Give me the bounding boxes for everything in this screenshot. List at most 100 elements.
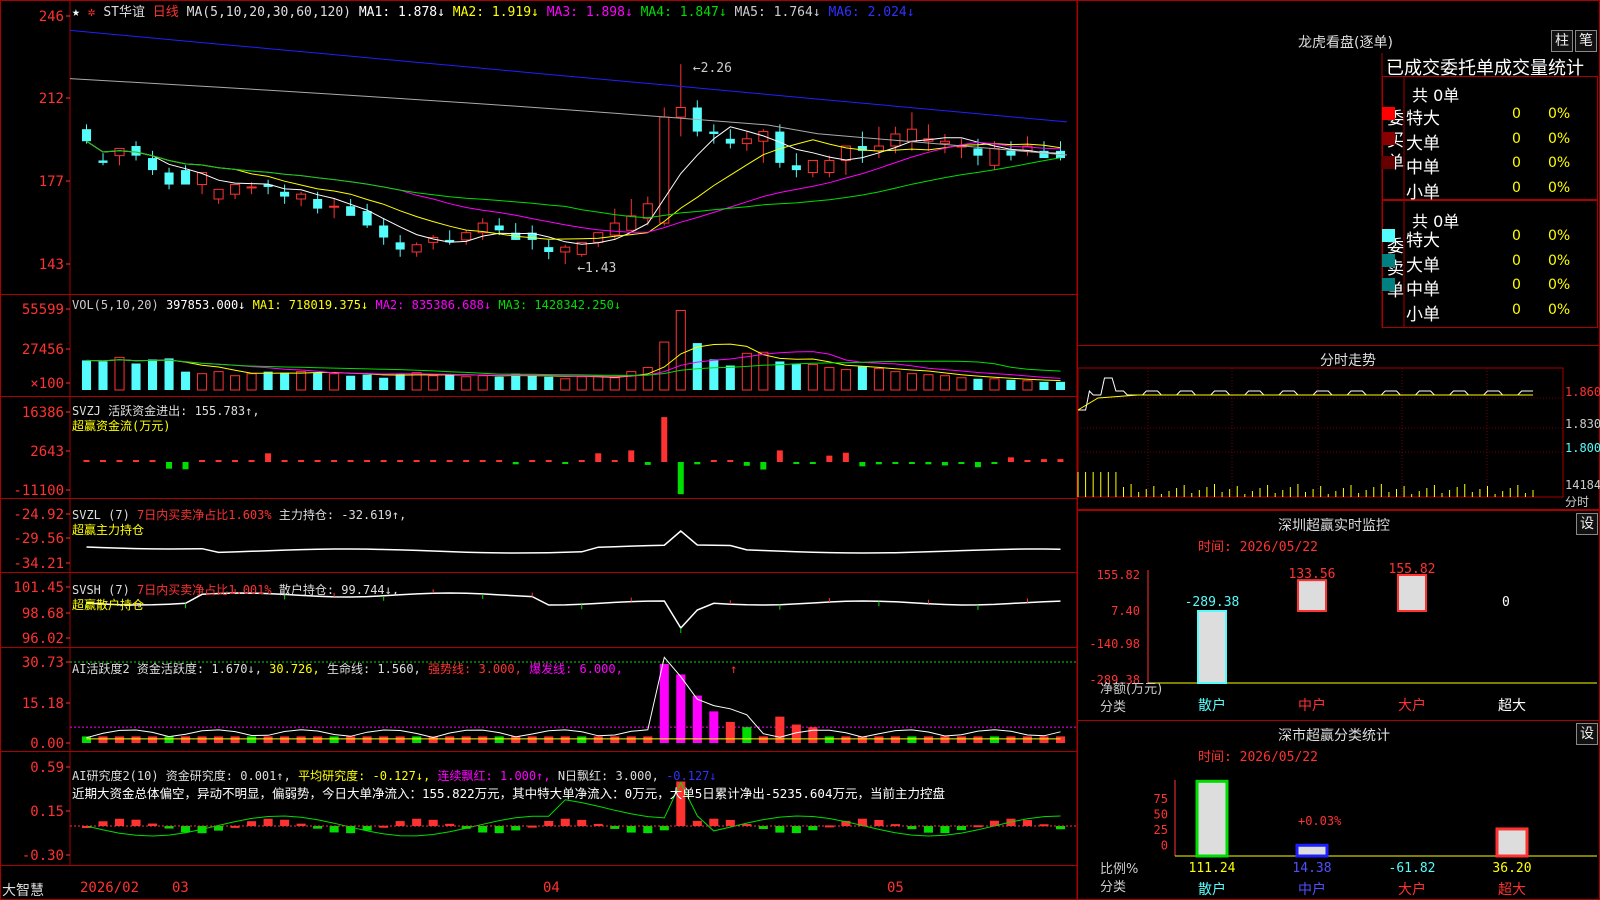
svsh-hold: 散户持仓: 99.744↓, — [278, 583, 400, 597]
fenshi-title: 分时走势 — [1320, 353, 1376, 369]
svzl-name: SVZL (7) — [72, 508, 130, 522]
buy-label-1: 大单 — [1406, 133, 1440, 154]
sell-count-1: 0 — [1512, 252, 1521, 269]
flow-bar — [826, 455, 833, 462]
candle-body — [560, 246, 571, 253]
flow-bar — [430, 460, 437, 462]
sz-class-settings-button[interactable]: 设 — [1576, 723, 1598, 745]
sz-monitor-title: 深圳超赢实时监控 — [1278, 518, 1390, 534]
date-mar: 03 — [172, 880, 189, 896]
sz-monitor-settings-button[interactable]: 设 — [1576, 513, 1598, 535]
flow-bar — [677, 462, 684, 495]
buy-row-3: 小单 0 0% — [1382, 178, 1600, 203]
flow-bar — [215, 460, 222, 462]
svzl-header: SVZL (7) 7日内买卖净占比1.603% 主力持仓: -32.619↑, … — [72, 508, 406, 538]
tick-mode-button[interactable]: 笔 — [1575, 30, 1597, 52]
activity-bar — [874, 736, 884, 743]
flow-bar — [875, 462, 882, 465]
period-label[interactable]: 日线 — [153, 5, 179, 20]
svzl-line2: 超赢主力持仓 — [72, 523, 145, 537]
research-bar — [263, 818, 273, 826]
sell-label-1: 大单 — [1406, 255, 1440, 276]
volume-bar — [560, 378, 571, 391]
sell-swatch-1 — [1382, 253, 1395, 267]
price-tick-0: 246 — [39, 9, 64, 25]
vol-label: VOL(5,10,20) — [72, 298, 159, 312]
activity-bar — [247, 736, 257, 743]
fenshi-axis-4: 14184 — [1565, 478, 1600, 492]
volume-bar — [329, 373, 340, 391]
volume-bar — [576, 376, 587, 391]
flow-bar — [248, 460, 255, 462]
volume-bar — [609, 377, 620, 391]
svsh-tick-0: 101.45 — [13, 580, 64, 596]
fenshi-panel: 分时走势 1.860 1.830 1.800 14184 分时 — [1100, 345, 1600, 510]
svzl-tick-0: -24.92 — [13, 507, 64, 523]
volume-bar — [692, 343, 702, 390]
volume-bar — [81, 360, 92, 390]
flow-bar — [413, 460, 420, 462]
activity-bar — [824, 736, 834, 743]
volume-bar — [280, 372, 290, 390]
buy-swatch-3 — [1382, 181, 1395, 194]
sz-monitor-time: 时间: 2026/05/22 — [1198, 540, 1318, 555]
activity-bar — [692, 695, 702, 743]
fenshi-unit: 分时 — [1565, 495, 1590, 509]
activity-bar — [626, 736, 636, 743]
activity-bar — [940, 736, 950, 743]
buy-count-1: 0 — [1512, 130, 1521, 147]
activity-bar — [907, 736, 917, 743]
research-bar — [494, 826, 504, 834]
buy-count-0: 0 — [1512, 106, 1521, 122]
fenshi-axis-3: 1.800 — [1565, 441, 1600, 455]
activity-bar — [114, 736, 125, 743]
activity-bar — [329, 736, 339, 743]
research-bar — [98, 821, 108, 826]
sz-class-time: 时间: 2026/05/22 — [1198, 750, 1318, 765]
volume-bar — [131, 363, 141, 390]
svzj-tick-0: 16386 — [22, 405, 64, 421]
volume-bar — [445, 374, 455, 390]
activity-bar — [956, 736, 966, 743]
activity-bar — [989, 736, 999, 743]
volume-bar — [824, 367, 835, 391]
star-icon[interactable]: ★ — [72, 5, 80, 20]
activity-bar — [643, 736, 653, 743]
sell-pct-0: 0% — [1548, 228, 1571, 244]
sell-pct-1: 0% — [1548, 252, 1571, 269]
flow-bar — [347, 460, 354, 462]
volume-bar — [675, 309, 686, 391]
candle-body — [346, 206, 356, 216]
flow-bar — [281, 460, 288, 462]
gear-icon[interactable]: ✲ — [88, 5, 96, 20]
volume-bar — [296, 371, 307, 391]
volume-bar — [544, 376, 554, 390]
research-bar — [131, 819, 141, 826]
flow-bar — [1057, 459, 1064, 462]
candle-body — [659, 116, 670, 224]
flow-bar — [941, 462, 948, 466]
volume-bar — [246, 373, 257, 391]
research-bar — [874, 820, 884, 826]
flow-bar — [83, 460, 90, 462]
buy-row-1: 大单 0 0% — [1382, 129, 1600, 154]
sz-monitor-xlabel: 分类 — [1100, 700, 1127, 715]
flow-bar — [133, 460, 139, 462]
activity-bar — [890, 736, 900, 743]
flow-bar — [545, 460, 552, 462]
activity-bar — [412, 736, 422, 743]
activity-bar — [478, 736, 488, 743]
activity-bar — [445, 736, 455, 743]
volume-bar — [725, 365, 735, 390]
candle-body — [675, 106, 686, 118]
svzl-tick-2: -34.21 — [13, 556, 64, 572]
volume-bar — [840, 369, 851, 391]
svzj-tick-2: -11100 — [13, 483, 64, 499]
research-bar — [956, 826, 966, 831]
activity-bar — [181, 736, 191, 743]
ai2-tick-2: -0.30 — [22, 848, 64, 864]
ai2-red: 连续飘红: 1.000↑, — [437, 769, 551, 783]
volume-bar — [263, 371, 273, 390]
high-price-mark: ←2.26 — [693, 61, 732, 76]
bar-mode-button[interactable]: 柱 — [1551, 30, 1573, 52]
